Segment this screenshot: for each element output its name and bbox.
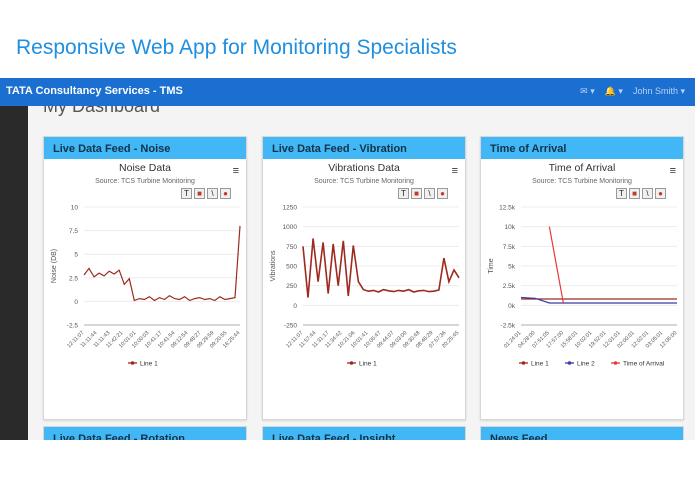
y-axis-label: Noise (DB): [51, 249, 58, 283]
app-area: My Dashboard Live Data Feed - Noise Nois…: [0, 106, 695, 440]
panel-header: Live Data Feed - Rotation: [44, 427, 246, 440]
panel-header: Live Data Feed - Insight: [263, 427, 465, 440]
series-line: [302, 238, 460, 298]
y-tick-label: -2.5k: [501, 323, 516, 330]
panel-vibration: Live Data Feed - Vibration Vibrations Da…: [262, 136, 466, 420]
y-axis-label: Time: [488, 258, 495, 273]
navbar-right: ✉ ▾ 🔔 ▾ John Smith ▾: [580, 86, 685, 97]
y-tick-label: 0: [293, 303, 297, 310]
y-tick-label: 12.5k: [499, 205, 516, 212]
legend-label: Line 2: [577, 361, 595, 368]
y-axis-label: Vibrations: [270, 250, 277, 282]
chart-source: Source: TCS Turbine Monitoring: [95, 178, 195, 185]
panel-rotation: Live Data Feed - Rotation: [43, 426, 247, 440]
left-sidebar: [0, 106, 28, 440]
chart-source: Source: TCS Turbine Monitoring: [314, 178, 414, 185]
legend-label: Line 1: [140, 361, 158, 368]
legend-marker: [349, 361, 354, 365]
chart-title: Vibrations Data: [328, 162, 400, 174]
vibration-chart: 125010007505002500-250Vibrations12:11:07…: [270, 205, 460, 368]
chart-title: Noise Data: [119, 162, 171, 174]
panel-header: Live Data Feed - Vibration: [263, 137, 465, 159]
y-tick-label: 7.5: [69, 228, 78, 235]
y-tick-label: -250: [284, 323, 297, 330]
panel-header: Time of Arrival: [481, 137, 683, 159]
y-tick-label: 750: [286, 244, 297, 251]
y-tick-label: 0: [74, 299, 78, 306]
y-tick-label: 10k: [505, 224, 516, 231]
chart-source: Source: TCS Turbine Monitoring: [532, 178, 632, 185]
panel-header: Live Data Feed - Noise: [44, 137, 246, 159]
y-tick-label: 1250: [283, 205, 298, 212]
time-of-arrival-chart: 12.5k10k7.5k5k2.5k0k-2.5kTime01:24:0104:…: [488, 205, 678, 368]
chart-menu-icon[interactable]: ≡: [233, 165, 239, 177]
y-tick-label: 500: [286, 264, 297, 271]
legend-label: Line 1: [531, 361, 549, 368]
bell-icon[interactable]: 🔔 ▾: [605, 86, 623, 97]
chart-menu-icon[interactable]: ≡: [670, 165, 676, 177]
panel-insight: Live Data Feed - Insight: [262, 426, 466, 440]
top-navbar: TATA Consultancy Services - TMS ✉ ▾ 🔔 ▾ …: [0, 78, 695, 106]
y-tick-label: 2.5k: [503, 283, 516, 290]
y-tick-label: 5: [74, 252, 78, 259]
legend-marker: [130, 361, 135, 365]
dashboard-title: My Dashboard: [43, 106, 161, 116]
y-tick-label: 250: [286, 283, 297, 290]
series-line: [83, 225, 241, 302]
legend-marker: [567, 361, 572, 365]
legend-label: Line 1: [359, 361, 377, 368]
y-tick-label: -2.5: [67, 323, 79, 330]
panel-news-feed: News Feed: [480, 426, 684, 440]
legend-marker: [521, 361, 526, 365]
panel-time-of-arrival: Time of Arrival Time of Arrival Source: …: [480, 136, 684, 420]
y-tick-label: 0k: [508, 303, 516, 310]
series-line: [520, 296, 677, 304]
chart-menu-icon[interactable]: ≡: [452, 165, 458, 177]
chart-title: Time of Arrival: [548, 162, 616, 174]
legend-label: Time of Arrival: [623, 361, 665, 368]
legend-marker: [613, 361, 618, 365]
noise-chart: 107.552.50-2.5Noise (DB)12:11:0711:11:44…: [51, 205, 241, 368]
y-tick-label: 7.5k: [503, 244, 516, 251]
y-tick-label: 10: [71, 205, 79, 212]
series-line: [548, 226, 565, 304]
panel-header: News Feed: [481, 427, 683, 440]
user-menu[interactable]: John Smith ▾: [633, 86, 685, 97]
brand-title[interactable]: TATA Consultancy Services - TMS: [6, 85, 183, 97]
y-tick-label: 2.5: [69, 275, 78, 282]
y-tick-label: 5k: [508, 264, 516, 271]
slide-title: Responsive Web App for Monitoring Specia…: [16, 36, 457, 59]
mail-icon[interactable]: ✉ ▾: [580, 86, 595, 97]
y-tick-label: 1000: [283, 224, 298, 231]
panel-noise: Live Data Feed - Noise Noise Data Source…: [43, 136, 247, 420]
